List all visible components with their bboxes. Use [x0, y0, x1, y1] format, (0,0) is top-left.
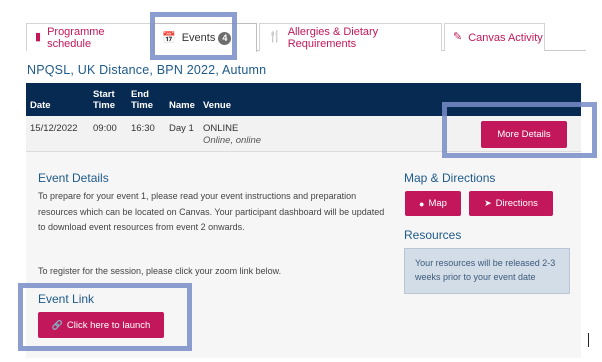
tab-label: Canvas Activity: [468, 31, 543, 44]
col-end-2: Time: [131, 100, 154, 111]
cell-venue: ONLINE Online, online: [203, 123, 261, 146]
tab-programme-schedule[interactable]: ▮ Programme schedule: [26, 23, 151, 51]
map-button[interactable]: ● Map: [405, 191, 461, 216]
cell-name: Day 1: [169, 123, 194, 134]
tab-label: Programme schedule: [47, 25, 105, 50]
col-end-1: End: [131, 89, 149, 100]
tab-events[interactable]: 📅 Events 4: [153, 23, 257, 52]
cell-date: 15/12/2022: [30, 123, 78, 134]
col-name: Name: [169, 100, 195, 111]
location-arrow-icon: ➤: [484, 198, 492, 208]
tab-allergies[interactable]: 🍴 Allergies & Dietary Requirements: [259, 23, 442, 51]
resources-line: Your resources will be released 2-3: [415, 258, 556, 268]
resources-title: Resources: [404, 228, 462, 242]
tab-label: Events: [181, 32, 216, 44]
event-link-title: Event Link: [38, 292, 95, 306]
pencil-icon: ✎: [453, 31, 463, 43]
tab-canvas-activity[interactable]: ✎ Canvas Activity: [444, 23, 545, 51]
cell-start: 09:00: [93, 123, 117, 134]
col-venue: Venue: [203, 100, 231, 111]
event-details-text: To prepare for your event 1, please read…: [38, 189, 384, 236]
launch-zoom-button[interactable]: 🔗 Click here to launch: [38, 312, 164, 338]
map-button-label: Map: [428, 198, 447, 209]
event-details-title: Event Details: [38, 171, 109, 185]
col-date: Date: [30, 100, 51, 111]
calendar-icon: 📅: [162, 31, 176, 44]
events-table-header: Date Start Time End Time Name Venue: [26, 83, 581, 116]
tab-label: Allergies & Dietary Requirements: [287, 25, 379, 50]
launch-label: Click here to launch: [66, 319, 151, 331]
divider: [588, 333, 589, 347]
event-details-line: To prepare for your event 1, please read…: [38, 191, 357, 201]
programme-heading: NPQSL, UK Distance, BPN 2022, Autumn: [27, 63, 267, 77]
directions-button-label: Directions: [495, 198, 538, 209]
resources-notice: Your resources will be released 2-3 week…: [404, 248, 570, 294]
directions-button[interactable]: ➤ Directions: [469, 191, 553, 216]
col-start-1: Start: [93, 89, 115, 100]
event-details-line: to download event resources from event 2…: [38, 222, 245, 232]
map-marker-icon: ●: [419, 198, 425, 209]
venue-main: ONLINE: [203, 123, 239, 134]
map-directions-title: Map & Directions: [404, 171, 496, 185]
venue-sub: Online, online: [203, 135, 262, 146]
more-details-button[interactable]: More Details: [481, 121, 567, 148]
book-icon: ▮: [35, 31, 42, 43]
event-details-line: resources which can be located on Canvas…: [38, 206, 385, 217]
cell-end: 16:30: [131, 123, 155, 134]
resources-line: weeks prior to your event date: [415, 272, 536, 282]
event-count-badge: 4: [218, 31, 232, 45]
register-instruction: To register for the session, please clic…: [38, 266, 282, 276]
tab-bar: ▮ Programme schedule 📅 Events 4 🍴 Allerg…: [26, 23, 586, 52]
col-start-2: Time: [93, 100, 116, 111]
link-icon: 🔗: [51, 319, 63, 330]
utensils-icon: 🍴: [268, 31, 282, 43]
